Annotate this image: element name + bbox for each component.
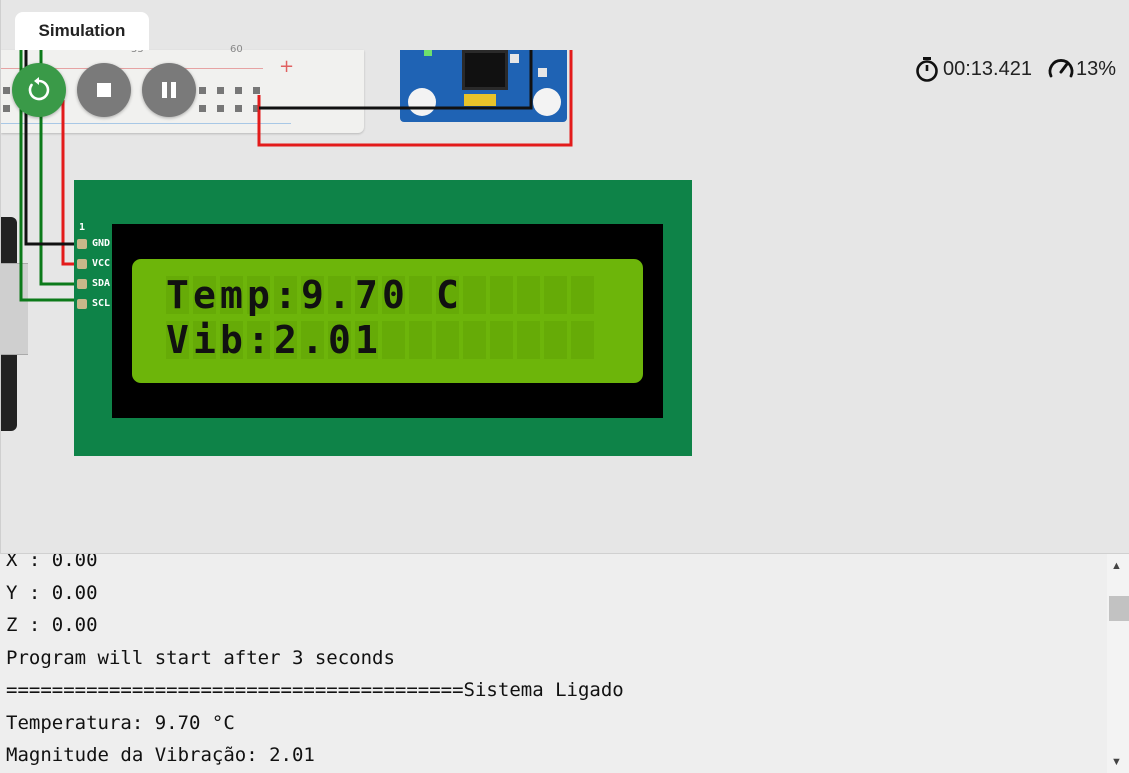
tab-simulation[interactable]: Simulation (15, 12, 149, 50)
lcd-character-cell: 9 (301, 273, 324, 317)
lcd-character-cell (463, 321, 486, 359)
lcd-character-cell (436, 321, 459, 359)
lcd-character-cell: m (220, 273, 243, 317)
lcd-character-cell (517, 276, 540, 314)
lcd-line-2: Vib:2.01 (166, 321, 594, 359)
lcd-display-module[interactable]: 1 GND VCC SDA SCL Temp:9.70C Vib:2.01 (74, 180, 692, 456)
lcd-character-cell: p (247, 273, 270, 317)
console-line: Z : 0.00 (6, 614, 98, 636)
stopwatch-icon (916, 57, 938, 82)
lcd-character-cell (571, 321, 594, 359)
lcd-character-cell: : (274, 273, 297, 317)
lcd-character-cell: C (436, 273, 459, 317)
lcd-pin-label: SDA (92, 278, 111, 289)
console-line: ========================================… (6, 679, 624, 701)
lcd-character-cell: 1 (355, 318, 378, 362)
console-line: X : 0.00 (6, 553, 98, 571)
lcd-bezel: Temp:9.70C Vib:2.01 (112, 224, 663, 418)
lcd-character-cell: 0 (382, 273, 405, 317)
lcd-pin-label: GND (92, 238, 111, 249)
lcd-pin-one-label: 1 (79, 222, 86, 233)
scroll-thumb[interactable] (1109, 596, 1129, 621)
breadboard-hole (3, 87, 10, 94)
scroll-down-icon[interactable]: ▼ (1111, 756, 1122, 768)
mounting-hole (408, 88, 436, 116)
simulation-canvas[interactable]: 55 60 + 1 GND VCC SDA (0, 0, 1129, 553)
lcd-line-1: Temp:9.70C (166, 276, 594, 314)
breadboard-hole (217, 105, 224, 112)
breadboard-hole (253, 105, 260, 112)
breadboard-hole (3, 105, 10, 112)
sensor-led (424, 50, 432, 56)
pause-button[interactable] (142, 63, 196, 117)
breadboard-hole (235, 105, 242, 112)
sensor-component (464, 94, 496, 106)
lcd-pin-label: VCC (92, 258, 111, 269)
console-line: Temperatura: 9.70 °C (6, 711, 235, 734)
lcd-pin (77, 299, 87, 309)
lcd-character-cell: 7 (355, 273, 378, 317)
mounting-hole (533, 88, 561, 116)
breadboard-hole (199, 87, 206, 94)
simulation-stats: 00:13.421 13% (914, 56, 1116, 82)
lcd-character-cell: . (301, 318, 324, 362)
pause-icon (162, 82, 176, 98)
lcd-character-cell: 0 (328, 318, 351, 362)
breadboard-hole (253, 87, 260, 94)
breadboard-hole (217, 87, 224, 94)
breadboard-column-label: 60 (230, 44, 243, 55)
lcd-pin (77, 239, 87, 249)
sensor-pin (510, 54, 519, 63)
lcd-character-cell (463, 276, 486, 314)
lcd-character-cell (571, 276, 594, 314)
lcd-character-cell: : (247, 318, 270, 362)
lcd-character-cell (382, 321, 405, 359)
lcd-pin (77, 279, 87, 289)
lcd-character-cell: e (193, 273, 216, 317)
accelerometer-sensor-module[interactable] (400, 50, 567, 122)
sensor-chip (462, 50, 508, 90)
lcd-character-cell (409, 321, 432, 359)
serial-output: X : 0.00 Y : 0.00 Z : 0.00 Program will … (6, 553, 1096, 772)
lcd-character-cell: V (166, 318, 189, 362)
scroll-up-icon[interactable]: ▲ (1111, 560, 1122, 572)
speedometer-icon (1048, 59, 1074, 78)
restart-icon (28, 77, 50, 101)
console-line: Program will start after 3 seconds (6, 646, 395, 669)
lcd-character-cell: T (166, 273, 189, 317)
lcd-character-cell (544, 321, 567, 359)
console-line: Y : 0.00 (6, 581, 98, 604)
breadboard-hole (235, 87, 242, 94)
restart-button[interactable] (12, 63, 66, 117)
usb-connector (1, 263, 28, 355)
elapsed-time: 00:13.421 (942, 57, 1032, 80)
sensor-pin (538, 68, 547, 77)
lcd-character-cell (409, 276, 432, 314)
lcd-character-cell: b (220, 318, 243, 362)
breadboard-hole (199, 105, 206, 112)
lcd-character-cell: 2 (274, 318, 297, 362)
lcd-character-cell (544, 276, 567, 314)
serial-monitor[interactable]: X : 0.00 Y : 0.00 Z : 0.00 Program will … (0, 553, 1129, 773)
breadboard-plus-label: + (279, 56, 295, 77)
breadboard-ground-rail-line (1, 123, 291, 124)
console-scrollbar[interactable]: ▲ ▼ (1107, 554, 1129, 773)
tab-simulation-label: Simulation (38, 21, 126, 40)
stop-icon (97, 83, 111, 97)
stop-button[interactable] (77, 63, 131, 117)
lcd-pin (77, 259, 87, 269)
lcd-character-cell (490, 276, 513, 314)
lcd-pin-label: SCL (92, 298, 111, 309)
lcd-character-cell: . (328, 273, 351, 317)
lcd-screen: Temp:9.70C Vib:2.01 (132, 259, 643, 383)
lcd-character-cell: i (193, 318, 216, 362)
lcd-character-cell (490, 321, 513, 359)
simulation-speed: 13% (1075, 57, 1116, 80)
lcd-character-cell (517, 321, 540, 359)
console-line: Magnitude da Vibração: 2.01 (6, 744, 315, 766)
